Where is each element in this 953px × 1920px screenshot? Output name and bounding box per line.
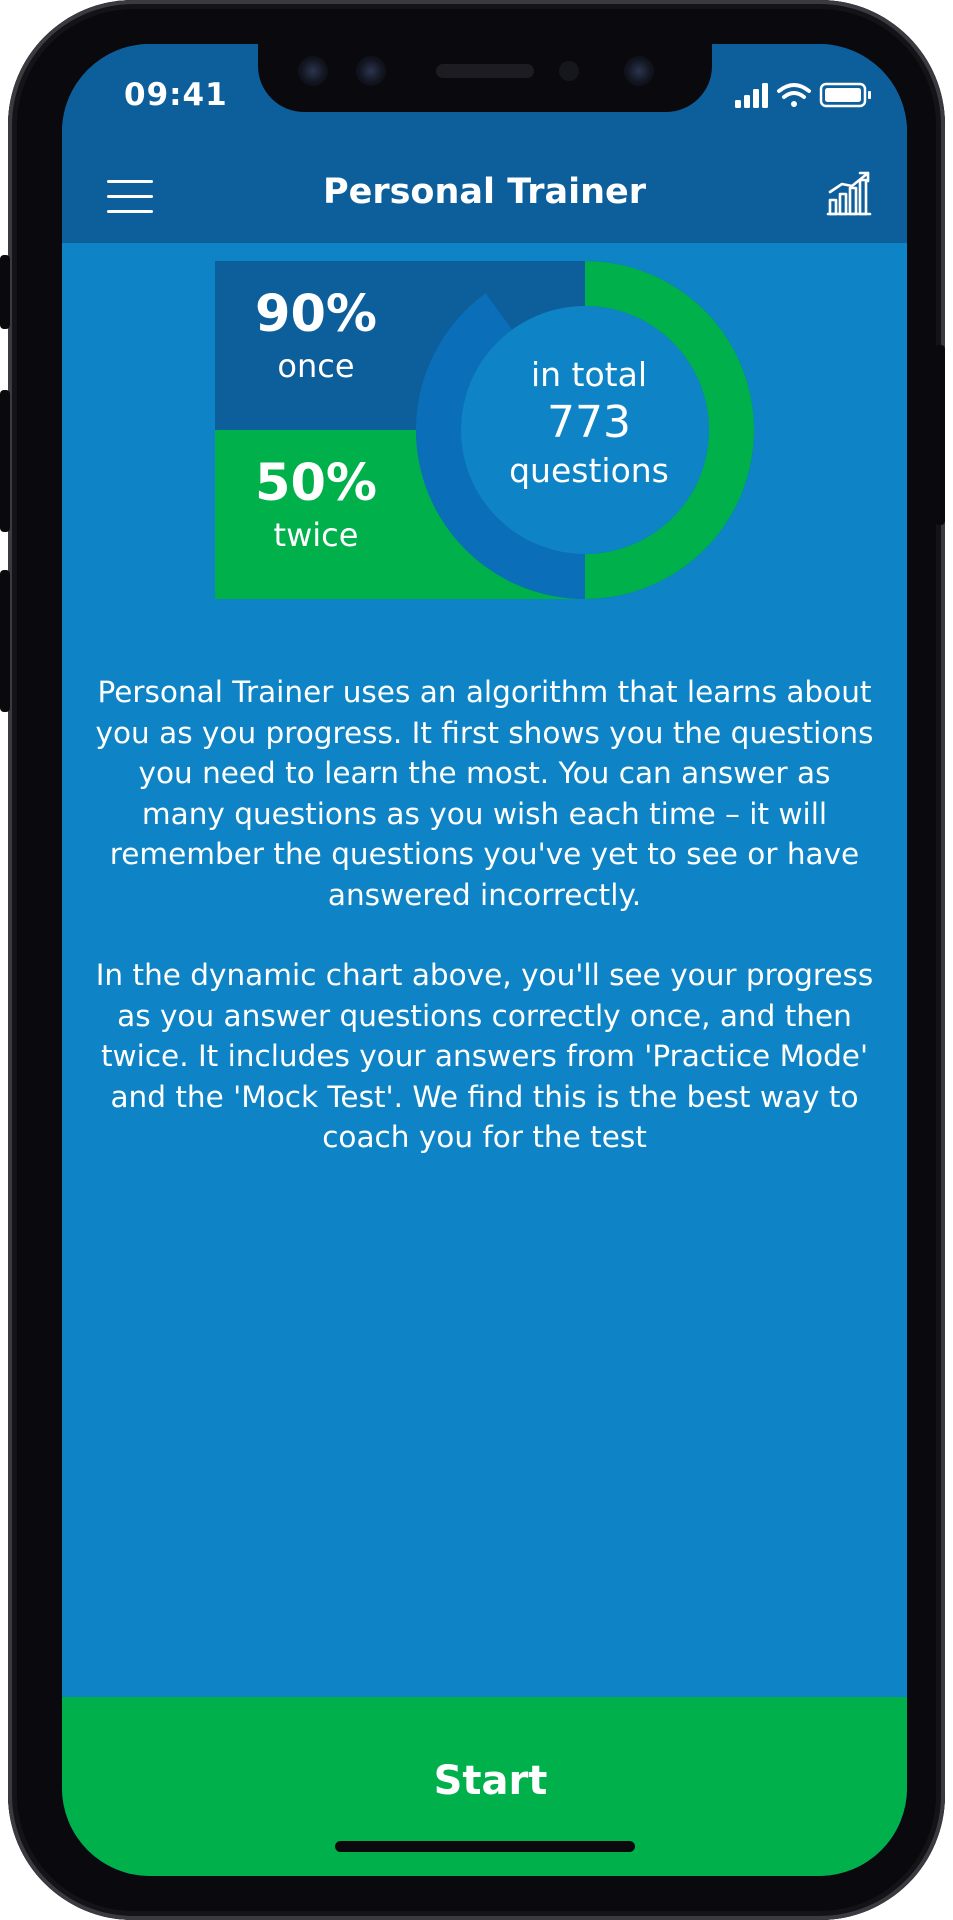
stat-twice-label: twice	[273, 516, 359, 554]
signal-icon	[735, 83, 768, 108]
power-button	[935, 345, 945, 525]
page-title: Personal Trainer	[322, 172, 647, 212]
status-time: 09:41	[124, 77, 228, 113]
home-indicator	[335, 1841, 635, 1852]
silent-switch	[0, 255, 10, 329]
camera-icon	[356, 56, 386, 86]
bar-chart-icon[interactable]	[826, 170, 872, 216]
stat-once-percent: 90%	[254, 285, 378, 344]
volume-down-button	[0, 570, 10, 712]
app-screen: 09:41 Personal Trainer 90% once 50% twic…	[62, 44, 907, 1876]
proximity-sensor	[559, 61, 579, 81]
stat-twice-percent: 50%	[254, 454, 378, 513]
device-frame: 09:41 Personal Trainer 90% once 50% twic…	[0, 0, 945, 1920]
description-paragraph-1: Personal Trainer uses an algorithm that …	[95, 675, 874, 912]
stat-once: 90% once	[215, 285, 417, 387]
stat-once-label: once	[277, 347, 355, 385]
stat-twice: 50% twice	[215, 454, 417, 556]
description-text: Personal Trainer uses an algorithm that …	[94, 672, 875, 1198]
total-suffix: questions	[509, 451, 669, 490]
top-header-area: 09:41 Personal Trainer	[62, 44, 907, 243]
start-button[interactable]: Start	[62, 1697, 907, 1832]
status-icons	[735, 80, 875, 110]
camera-icon	[298, 56, 328, 86]
earpiece-speaker	[436, 64, 534, 78]
volume-up-button	[0, 390, 10, 532]
total-questions: in total 773 questions	[462, 353, 716, 493]
total-count: 773	[547, 397, 631, 448]
total-prefix: in total	[530, 355, 648, 394]
camera-icon	[624, 56, 654, 86]
description-paragraph-2: In the dynamic chart above, you'll see y…	[95, 958, 874, 1154]
progress-chart: 90% once 50% twice in total 773 question…	[215, 261, 755, 599]
battery-icon	[819, 82, 871, 108]
wifi-icon	[777, 83, 811, 107]
device-notch	[258, 44, 712, 112]
